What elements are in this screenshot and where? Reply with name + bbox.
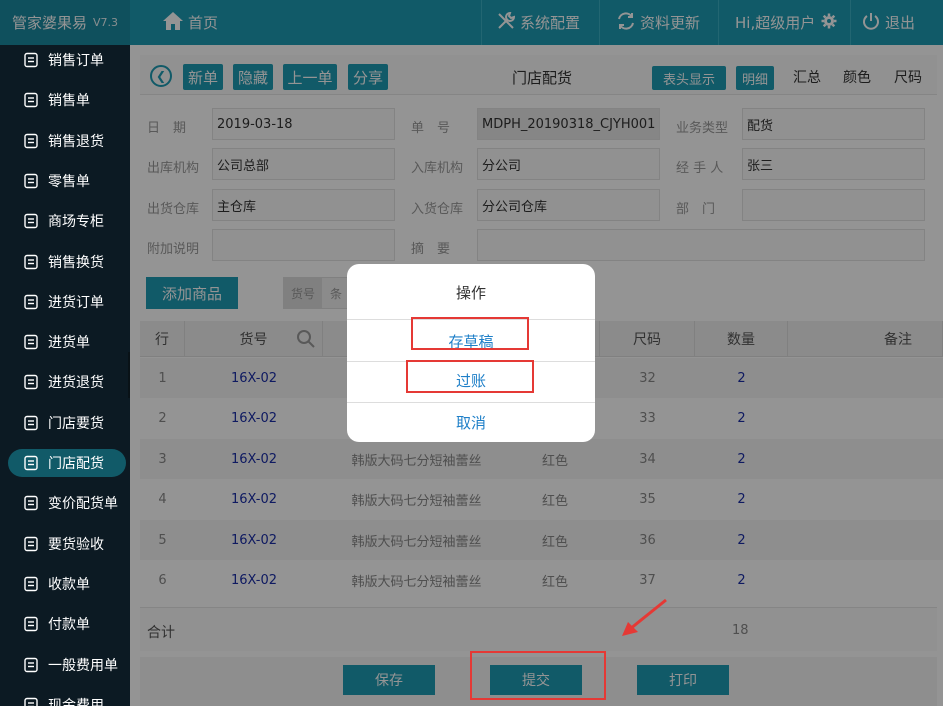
action-dialog: 操作 存草稿 过账 取消	[347, 264, 595, 442]
sidebar-item-label: 进货订单	[48, 294, 104, 311]
return-box-icon	[22, 132, 40, 150]
payment-icon	[22, 615, 40, 633]
sidebar-item-label: 现金费用	[48, 697, 104, 706]
inbound-return-icon	[22, 373, 40, 391]
store-icon	[22, 414, 40, 432]
order-icon	[22, 293, 40, 311]
sidebar-item-label: 收款单	[48, 576, 90, 593]
clipboard-icon	[22, 51, 40, 69]
save-draft-highlight-box	[411, 317, 529, 350]
receipt-icon	[22, 172, 40, 190]
shopping-bag-icon	[22, 212, 40, 230]
sidebar-item-label: 付款单	[48, 617, 90, 634]
truck-icon	[22, 454, 40, 472]
submit-highlight-box	[470, 651, 606, 700]
sidebar-item-label: 销售订单	[48, 53, 104, 69]
yen-receipt-icon	[22, 575, 40, 593]
post-highlight-box	[406, 360, 534, 393]
exchange-icon	[22, 253, 40, 271]
inbound-icon	[22, 333, 40, 351]
sidebar-item-label: 变价配货单	[48, 496, 118, 513]
sidebar-item-label: 销售退货	[48, 133, 104, 150]
sidebar-item-label: 门店要货	[48, 415, 104, 432]
sidebar-item-label: 要货验收	[48, 536, 104, 553]
dialog-title: 操作	[455, 284, 486, 302]
sidebar-item-label: 零售单	[48, 173, 90, 190]
sidebar-item-label: 进货单	[48, 335, 90, 352]
sidebar-item-label: 一般费用单	[48, 657, 118, 674]
sidebar-item-label: 销售单	[48, 93, 90, 110]
pointer-arrow	[622, 598, 667, 636]
sidebar-item-label: 门店配货	[48, 456, 104, 472]
hand-icon	[22, 91, 40, 109]
sidebar-item-label: 商场专柜	[48, 214, 104, 231]
yen-circle-icon	[22, 656, 40, 674]
cancel-option[interactable]: 取消	[347, 402, 595, 442]
price-tag-icon	[22, 494, 40, 512]
sidebar-item-label: 进货退货	[48, 375, 104, 392]
cash-icon	[22, 696, 40, 706]
sidebar-item-label: 销售换货	[48, 254, 104, 271]
inspect-icon	[22, 535, 40, 553]
app-window: 管家婆果易 V7.3 首页 系统配置 资料更新 Hi,超级用户 退出 销售订单销…	[0, 0, 943, 706]
